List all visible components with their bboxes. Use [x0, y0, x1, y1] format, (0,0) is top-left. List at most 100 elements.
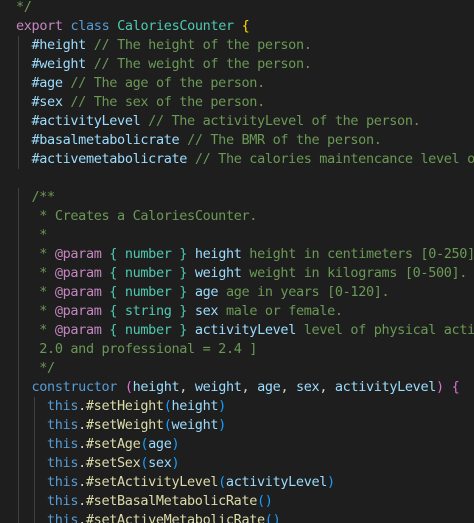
code-token: .	[78, 474, 86, 490]
code-line[interactable]: /**	[31, 188, 56, 207]
code-token: )	[171, 436, 180, 452]
code-token: ,	[319, 379, 335, 395]
code-token: this	[47, 474, 79, 490]
code-token: #height	[31, 37, 87, 53]
code-token: (	[140, 436, 149, 452]
indent-guide	[18, 245, 19, 264]
code-token: #setSex	[85, 455, 141, 471]
code-line[interactable]: * @param { string } sex male or female.	[32, 302, 343, 321]
code-line[interactable]: #activemetabolicrate // The calories mai…	[32, 150, 474, 169]
code-line[interactable]: this.#setSex(sex)	[47, 454, 180, 473]
indent-guide	[18, 36, 19, 55]
code-token: #setActiveMetabolicRate	[85, 512, 265, 523]
code-token: height	[194, 246, 242, 262]
code-line[interactable]: this.#setAge(age)	[47, 435, 180, 454]
code-token: this	[47, 455, 79, 471]
code-token: #sex	[31, 94, 63, 110]
code-line[interactable]: export class CaloriesCounter {	[16, 17, 250, 36]
code-editor[interactable]: */export class CaloriesCounter {#height …	[0, 0, 474, 523]
code-token: #setHeight	[85, 398, 164, 414]
code-line[interactable]: this.#setActiveMetabolicRate()	[47, 511, 281, 523]
code-line[interactable]: #weight // The weight of the person.	[32, 55, 312, 74]
code-token: // The calories maintencance level of th…	[194, 151, 474, 167]
code-token: activityLevel	[194, 322, 296, 338]
code-token: age	[257, 379, 281, 395]
indent-guide	[18, 93, 19, 112]
code-token: @param	[54, 265, 102, 281]
code-token: .	[78, 455, 86, 471]
code-token: activityLevel	[225, 474, 328, 490]
code-token: #weight	[31, 56, 87, 72]
code-token: /**	[31, 189, 56, 205]
code-token: #activemetabolicrate	[31, 151, 188, 167]
code-token: weight	[194, 265, 242, 281]
indent-guide	[18, 207, 19, 226]
code-token: this	[47, 493, 79, 509]
indent-guide	[33, 454, 35, 473]
code-line[interactable]: */	[32, 359, 55, 378]
indent-guide	[18, 511, 19, 523]
code-token: )	[327, 474, 335, 490]
code-line[interactable]: */	[16, 0, 32, 17]
code-token: )	[436, 379, 444, 395]
code-token: ,	[179, 379, 195, 395]
code-token: #setActivityLevel	[85, 474, 219, 490]
code-token: (	[140, 455, 149, 471]
code-line[interactable]: this.#setWeight(weight)	[47, 416, 226, 435]
code-token: height in centimeters [0-250].	[241, 246, 474, 262]
code-line[interactable]: this.#setHeight(height)	[47, 397, 226, 416]
code-line[interactable]: * Creates a CaloriesCounter.	[32, 207, 257, 226]
code-token: *	[31, 265, 55, 281]
indent-guide	[18, 378, 19, 397]
indent-guide	[18, 226, 19, 245]
indent-guide	[18, 74, 19, 93]
code-token: { number }	[109, 265, 188, 281]
code-line[interactable]: this.#setBasalMetabolicRate()	[47, 492, 273, 511]
code-token: .	[78, 436, 86, 452]
code-token: ()	[257, 493, 273, 509]
indent-guide	[18, 359, 19, 378]
code-token: )	[218, 398, 226, 414]
code-line[interactable]: * @param { number } weight weight in kil…	[31, 264, 467, 283]
code-line[interactable]: #sex // The sex of the person.	[31, 93, 266, 112]
code-token: *	[31, 303, 55, 319]
indent-guide	[33, 435, 35, 454]
indent-guide	[33, 416, 35, 435]
code-token: #setWeight	[85, 417, 164, 433]
code-token: @param	[54, 246, 102, 262]
code-token: .	[78, 398, 86, 414]
code-token: height	[132, 379, 180, 395]
code-line[interactable]: #height // The height of the person.	[32, 36, 312, 55]
code-token: @param	[54, 284, 102, 300]
code-line[interactable]: * @param { number } height height in cen…	[32, 245, 474, 264]
code-token: { string }	[109, 303, 188, 319]
code-line[interactable]: this.#setActivityLevel(activityLevel)	[47, 473, 335, 492]
code-line[interactable]: constructor (height, weight, age, sex, a…	[32, 378, 460, 397]
code-line[interactable]: 2.0 and professional = 2.4 ]	[32, 340, 257, 359]
code-token: // The weight of the person.	[93, 56, 312, 72]
code-token: #setAge	[85, 436, 141, 452]
code-token: this	[47, 512, 79, 523]
code-token: )	[218, 417, 226, 433]
indent-guide	[18, 283, 19, 302]
code-token: // The activityLevel of the person.	[148, 113, 421, 129]
indent-guide	[18, 454, 19, 473]
code-line[interactable]: * @param { number } activityLevel level …	[32, 321, 474, 340]
code-token: activityLevel	[334, 379, 437, 395]
code-line[interactable]: #basalmetabolicrate // The BMR of the pe…	[32, 131, 382, 150]
indent-guide	[18, 321, 19, 340]
code-line[interactable]: #age // The age of the person.	[32, 74, 266, 93]
code-line[interactable]: #activityLevel // The activityLevel of t…	[32, 112, 421, 131]
code-line[interactable]: *	[32, 226, 47, 245]
code-line[interactable]: * @param { number } age age in years [0-…	[32, 283, 389, 302]
code-token: { number }	[109, 284, 188, 300]
